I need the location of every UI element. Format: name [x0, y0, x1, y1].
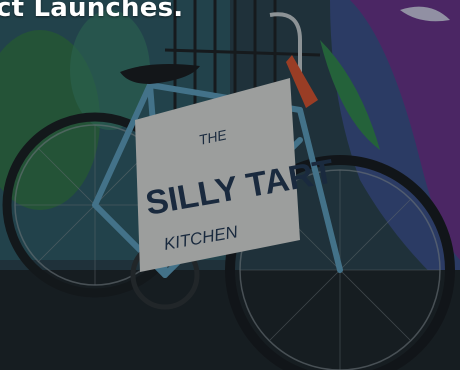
dark-overlay [0, 0, 460, 370]
headline-text: ct Launches. [0, 0, 184, 23]
bicycle-photo: THE SILLY TART KITCHEN [0, 0, 460, 370]
photo-scene: THE SILLY TART KITCHEN ct Launches. [0, 0, 460, 370]
